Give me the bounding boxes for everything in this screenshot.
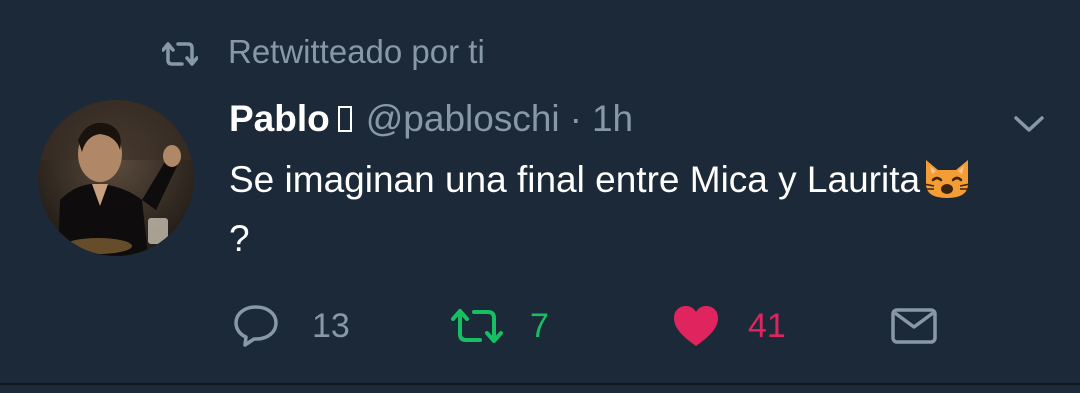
tweet-text-part2: ? [229,218,250,259]
reply-button[interactable]: 13 [232,298,350,354]
retweet-button[interactable]: 7 [450,298,549,354]
author-name[interactable]: Pablo [229,98,330,140]
retweet-context: Retwitteado por ti [161,30,485,74]
tweet-text-part1: Se imaginan una final entre Mica y Lauri… [229,159,921,200]
separator-dot: · [569,98,582,139]
tweet[interactable]: Retwitteado por ti Pablo @pabloschi · 1h… [0,0,1080,384]
tweet-header: Pablo @pabloschi · 1h [229,94,633,144]
next-item-edge [0,385,1080,393]
retweet-icon [451,309,503,343]
avatar[interactable] [38,100,194,256]
envelope-icon [891,308,937,344]
retweet-count: 7 [530,306,549,345]
like-button[interactable]: 41 [672,298,786,354]
tweet-actions: 13 7 41 [0,298,1080,354]
like-count: 41 [748,306,786,345]
reply-icon [234,305,278,347]
author-handle[interactable]: @pabloschi [366,98,560,140]
heart-icon [674,306,718,346]
reply-count: 13 [312,306,350,345]
direct-message-button[interactable] [890,298,938,354]
tweet-text: Se imaginan una final entre Mica y Lauri… [229,150,989,268]
name-glyph-icon [337,106,352,132]
retweet-icon [161,38,199,66]
weary-cat-emoji-icon [922,156,972,200]
timestamp[interactable]: 1h [592,98,633,140]
retweet-context-label: Retwitteado por ti [228,33,485,70]
chevron-down-icon[interactable] [1010,110,1048,138]
